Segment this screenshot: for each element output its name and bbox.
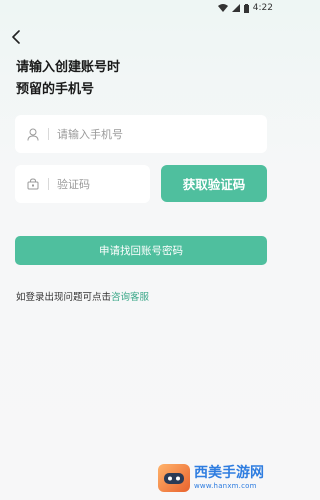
phone-placeholder: 请输入手机号 [57, 128, 123, 141]
page-title-line-2: 预留的手机号 [16, 82, 95, 97]
help-text: 如登录出现问题可点击咨询客服 [16, 289, 149, 303]
shield-icon [26, 177, 40, 191]
customer-service-link[interactable]: 咨询客服 [111, 292, 149, 303]
page-title: 请输入创建账号时 预留的手机号 [16, 57, 256, 101]
code-placeholder: 验证码 [57, 178, 90, 191]
help-prefix: 如登录出现问题可点击 [16, 292, 112, 303]
field-divider [48, 178, 49, 190]
phone-input[interactable]: 请输入手机号 [15, 115, 267, 153]
verification-code-input[interactable]: 验证码 [15, 165, 150, 203]
field-divider [48, 128, 49, 140]
signal-icon [231, 4, 240, 12]
wifi-icon [217, 4, 228, 12]
status-time: 4:22 [252, 3, 273, 13]
recover-account-button[interactable]: 申请找回账号密码 [15, 236, 267, 265]
site-watermark: 西美手游网 www.hanxm.com [158, 460, 278, 496]
page-title-line-1: 请输入创建账号时 [16, 60, 121, 75]
watermark-logo-icon [158, 464, 190, 492]
user-icon [26, 127, 40, 141]
battery-icon [243, 3, 249, 13]
watermark-url: www.hanxm.com [194, 482, 257, 490]
status-bar: 4:22 [0, 0, 281, 16]
watermark-brand: 西美手游网 [194, 465, 264, 481]
get-code-button[interactable]: 获取验证码 [161, 165, 267, 202]
back-chevron-icon[interactable] [6, 27, 26, 47]
